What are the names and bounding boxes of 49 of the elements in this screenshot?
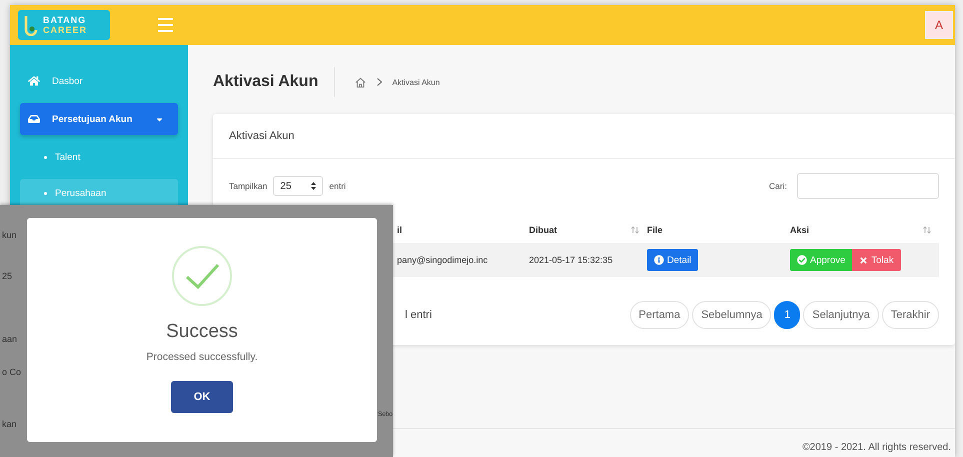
footer-copyright: ©2019 - 2021. All rights reserved. — [802, 442, 951, 454]
inbox-icon — [28, 113, 40, 125]
search-label: Cari: — [769, 181, 787, 191]
logo-mark-icon — [22, 14, 40, 36]
text-fragment: o Co — [2, 367, 22, 377]
sort-icon[interactable] — [631, 226, 639, 234]
entries-info: l entri — [405, 309, 432, 321]
column-header[interactable]: File — [647, 217, 790, 243]
home-icon[interactable] — [355, 76, 366, 88]
pagination-button[interactable]: Terakhir — [882, 301, 939, 329]
table-cell: pany@singodimejo.inc — [397, 243, 529, 277]
bullet-icon — [44, 192, 47, 194]
bullet-icon — [44, 156, 47, 158]
reject-button[interactable]: Tolak — [852, 249, 901, 271]
search-field[interactable] — [797, 173, 939, 199]
pagination-button[interactable]: Selanjutnya — [803, 301, 879, 329]
menu-icon[interactable] — [158, 18, 173, 32]
card-title: Aktivasi Akun — [213, 114, 955, 159]
length-label: Tampilkan — [229, 181, 268, 191]
chevron-right-icon — [377, 78, 382, 86]
text-fragment: aan — [2, 334, 18, 344]
table-cell: 2021-05-17 15:32:35 — [529, 243, 647, 277]
info-icon — [654, 255, 664, 265]
sidebar-item[interactable]: Persetujuan Akun — [20, 103, 178, 135]
detail-button[interactable]: Detail — [647, 249, 698, 271]
user-avatar[interactable]: A — [925, 11, 953, 39]
sort-icon[interactable] — [923, 226, 931, 234]
breadcrumb-item: Aktivasi Akun — [392, 78, 440, 86]
close-icon — [859, 256, 868, 264]
brand-tagline: CAREER — [43, 25, 88, 35]
brand-name: BATANG — [43, 15, 88, 25]
page-title: Aktivasi Akun — [213, 67, 336, 97]
text-fragment: 25 — [2, 271, 12, 281]
text-fragment: kun — [2, 230, 17, 240]
ok-button[interactable]: OK — [171, 381, 233, 413]
pagination-button[interactable]: 1 — [774, 301, 800, 329]
column-header[interactable]: Dibuat — [529, 217, 647, 243]
length-select[interactable]: 25 — [273, 176, 324, 196]
column-header[interactable]: il — [397, 217, 529, 243]
text-fragment: kan — [2, 419, 17, 429]
checkmark-icon — [171, 245, 233, 307]
column-header[interactable]: Aksi — [790, 217, 939, 243]
home-icon — [28, 75, 40, 87]
length-suffix: entri — [329, 181, 346, 191]
dialog-message: Processed successfully. — [146, 351, 258, 363]
pagination-button[interactable]: Sebelumnya — [692, 301, 772, 329]
updown-caret-icon — [311, 182, 316, 190]
pagination-button[interactable]: Pertama — [630, 301, 690, 329]
dialog-title: Success — [166, 321, 238, 343]
